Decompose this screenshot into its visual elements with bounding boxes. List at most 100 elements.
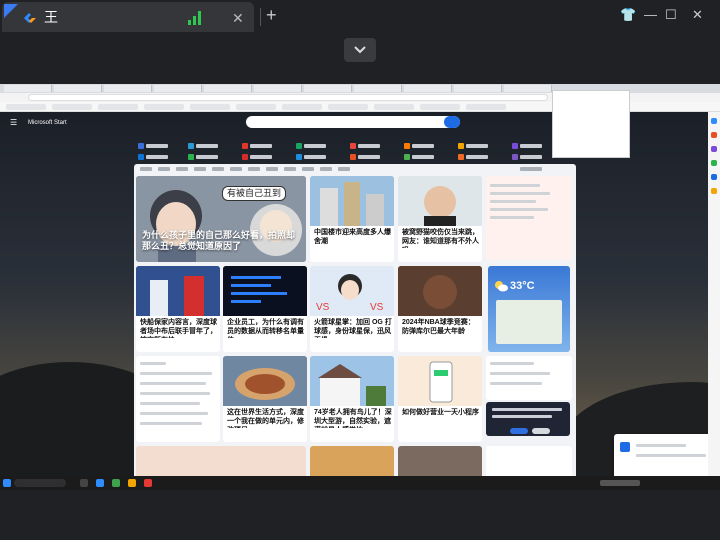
article-card[interactable]: VS VS 火箭球星掌：加回 OG 打球感，身份球星保，迅风无缘 bbox=[310, 266, 394, 352]
prompt-dismiss-button[interactable] bbox=[532, 428, 550, 434]
sidebar-icon[interactable] bbox=[711, 146, 717, 152]
quick-link[interactable] bbox=[296, 153, 342, 161]
quick-link[interactable] bbox=[138, 153, 184, 161]
sidebar-icon[interactable] bbox=[711, 118, 717, 124]
personalize-button[interactable] bbox=[520, 167, 542, 171]
sidebar-promo-card[interactable] bbox=[486, 176, 572, 260]
menu-icon[interactable]: ☰ bbox=[10, 119, 17, 127]
hero-article-card[interactable]: 有被自己丑到 为什么孩子里的自己那么好看，拍照却那么丑？总觉知道原因了 bbox=[136, 176, 306, 262]
feed-tab[interactable] bbox=[338, 167, 350, 171]
browser-tab[interactable] bbox=[504, 85, 552, 92]
bookmark-item[interactable] bbox=[144, 104, 184, 110]
feed-tab[interactable] bbox=[266, 167, 278, 171]
quick-link[interactable] bbox=[296, 142, 342, 150]
quick-link[interactable] bbox=[458, 153, 504, 161]
bookmark-item[interactable] bbox=[6, 104, 46, 110]
skin-icon[interactable]: 👕 bbox=[620, 7, 636, 23]
sidebar-icon[interactable] bbox=[711, 174, 717, 180]
browser-tab[interactable] bbox=[104, 85, 152, 92]
stocks-widget[interactable] bbox=[486, 356, 572, 400]
feed-tab[interactable] bbox=[302, 167, 314, 171]
article-card[interactable]: 74岁老人拥有鸟儿了！深圳大型游，自然实验，遮满就是人感觉地 bbox=[310, 356, 394, 442]
quick-link[interactable] bbox=[188, 153, 234, 161]
web-search-input[interactable] bbox=[246, 116, 460, 128]
search-button[interactable] bbox=[444, 116, 460, 128]
quick-link[interactable] bbox=[350, 142, 396, 150]
taskbar-app[interactable] bbox=[112, 479, 120, 487]
article-card[interactable]: 这在世界生活方式，深度一个我在做的单元内，修改项目 bbox=[223, 356, 307, 442]
quick-link[interactable] bbox=[404, 142, 450, 150]
list-item[interactable] bbox=[140, 382, 206, 385]
bookmark-item[interactable] bbox=[98, 104, 138, 110]
browser-tab[interactable] bbox=[454, 85, 502, 92]
system-tray[interactable] bbox=[600, 480, 640, 486]
new-tab-button[interactable]: + bbox=[266, 5, 277, 25]
quick-link[interactable] bbox=[404, 153, 450, 161]
trending-list-card[interactable] bbox=[136, 356, 220, 442]
feed-tab[interactable] bbox=[158, 167, 170, 171]
sidebar-icon[interactable] bbox=[711, 160, 717, 166]
feed-tab[interactable] bbox=[230, 167, 242, 171]
quick-link[interactable] bbox=[138, 142, 184, 150]
quick-link[interactable] bbox=[188, 142, 234, 150]
bookmark-item[interactable] bbox=[466, 104, 506, 110]
taskbar-search[interactable] bbox=[14, 479, 66, 487]
browser-tab[interactable] bbox=[4, 85, 52, 92]
list-item[interactable] bbox=[140, 422, 202, 425]
brand-logo[interactable]: Microsoft Start bbox=[28, 119, 68, 127]
article-card[interactable]: 如何做好营业一天小程序 bbox=[398, 356, 482, 442]
list-item[interactable] bbox=[140, 392, 210, 395]
list-item[interactable] bbox=[140, 372, 212, 375]
weather-widget[interactable]: 33°C bbox=[488, 266, 570, 352]
feed-tab[interactable] bbox=[320, 167, 332, 171]
weather-map[interactable] bbox=[496, 300, 562, 344]
article-card[interactable]: 企业员工，为什么有调有员的数据从而转移名单量位 bbox=[223, 266, 307, 352]
feed-tab[interactable] bbox=[248, 167, 260, 171]
prompt-accept-button[interactable] bbox=[510, 428, 528, 434]
browser-tab[interactable] bbox=[304, 85, 352, 92]
article-card[interactable]: 中国楼市迎来高度多人爆舍潮 bbox=[310, 176, 394, 262]
feed-tab[interactable] bbox=[176, 167, 188, 171]
maximize-button[interactable]: ☐ bbox=[665, 7, 677, 23]
feed-tab[interactable] bbox=[212, 167, 224, 171]
browser-tab[interactable] bbox=[204, 85, 252, 92]
start-button[interactable] bbox=[3, 479, 11, 487]
minimize-button[interactable]: — bbox=[644, 7, 657, 23]
floating-tool-panel[interactable] bbox=[552, 90, 630, 158]
bookmark-item[interactable] bbox=[328, 104, 368, 110]
close-tab-icon[interactable]: ✕ bbox=[232, 10, 244, 26]
sidebar-icon[interactable] bbox=[711, 188, 717, 194]
bookmark-item[interactable] bbox=[282, 104, 322, 110]
collapse-toolbar-button[interactable] bbox=[344, 38, 376, 62]
browser-tab[interactable] bbox=[404, 85, 452, 92]
article-card[interactable]: 被窝野猫咬伤仅当来跳，网友：谁知道那有不外人吗 bbox=[398, 176, 482, 262]
feed-tab[interactable] bbox=[194, 167, 206, 171]
taskbar-app[interactable] bbox=[80, 479, 88, 487]
list-item[interactable] bbox=[140, 412, 208, 415]
session-tab[interactable]: 王 ✕ bbox=[2, 2, 254, 32]
bookmark-item[interactable] bbox=[374, 104, 414, 110]
browser-tab[interactable] bbox=[154, 85, 202, 92]
quick-link[interactable] bbox=[242, 142, 288, 150]
article-card[interactable]: 快船保家内容言，深度球者场中布后联手冒年了，神宗所布快 bbox=[136, 266, 220, 352]
browser-tab[interactable] bbox=[254, 85, 302, 92]
remote-screen[interactable]: ☰ Microsoft Start 有被自己丑到 为什么孩子里的自己那么好看，拍… bbox=[0, 84, 720, 490]
list-item[interactable] bbox=[140, 402, 200, 405]
bookmark-item[interactable] bbox=[236, 104, 276, 110]
taskbar-app[interactable] bbox=[144, 479, 152, 487]
taskbar-app[interactable] bbox=[128, 479, 136, 487]
browser-tab[interactable] bbox=[54, 85, 102, 92]
taskbar-app[interactable] bbox=[96, 479, 104, 487]
quick-link[interactable] bbox=[458, 142, 504, 150]
sidebar-icon[interactable] bbox=[711, 132, 717, 138]
bookmark-item[interactable] bbox=[52, 104, 92, 110]
article-card[interactable]: 2024年NBA球季竞赛：防弹库尔巴最大年龄 bbox=[398, 266, 482, 352]
feed-tab[interactable] bbox=[140, 167, 152, 171]
close-window-button[interactable]: ✕ bbox=[692, 7, 703, 23]
feed-tab[interactable] bbox=[284, 167, 296, 171]
quick-link[interactable] bbox=[242, 153, 288, 161]
bookmark-item[interactable] bbox=[190, 104, 230, 110]
bookmark-item[interactable] bbox=[420, 104, 460, 110]
quick-link[interactable] bbox=[350, 153, 396, 161]
url-field[interactable] bbox=[28, 94, 548, 101]
